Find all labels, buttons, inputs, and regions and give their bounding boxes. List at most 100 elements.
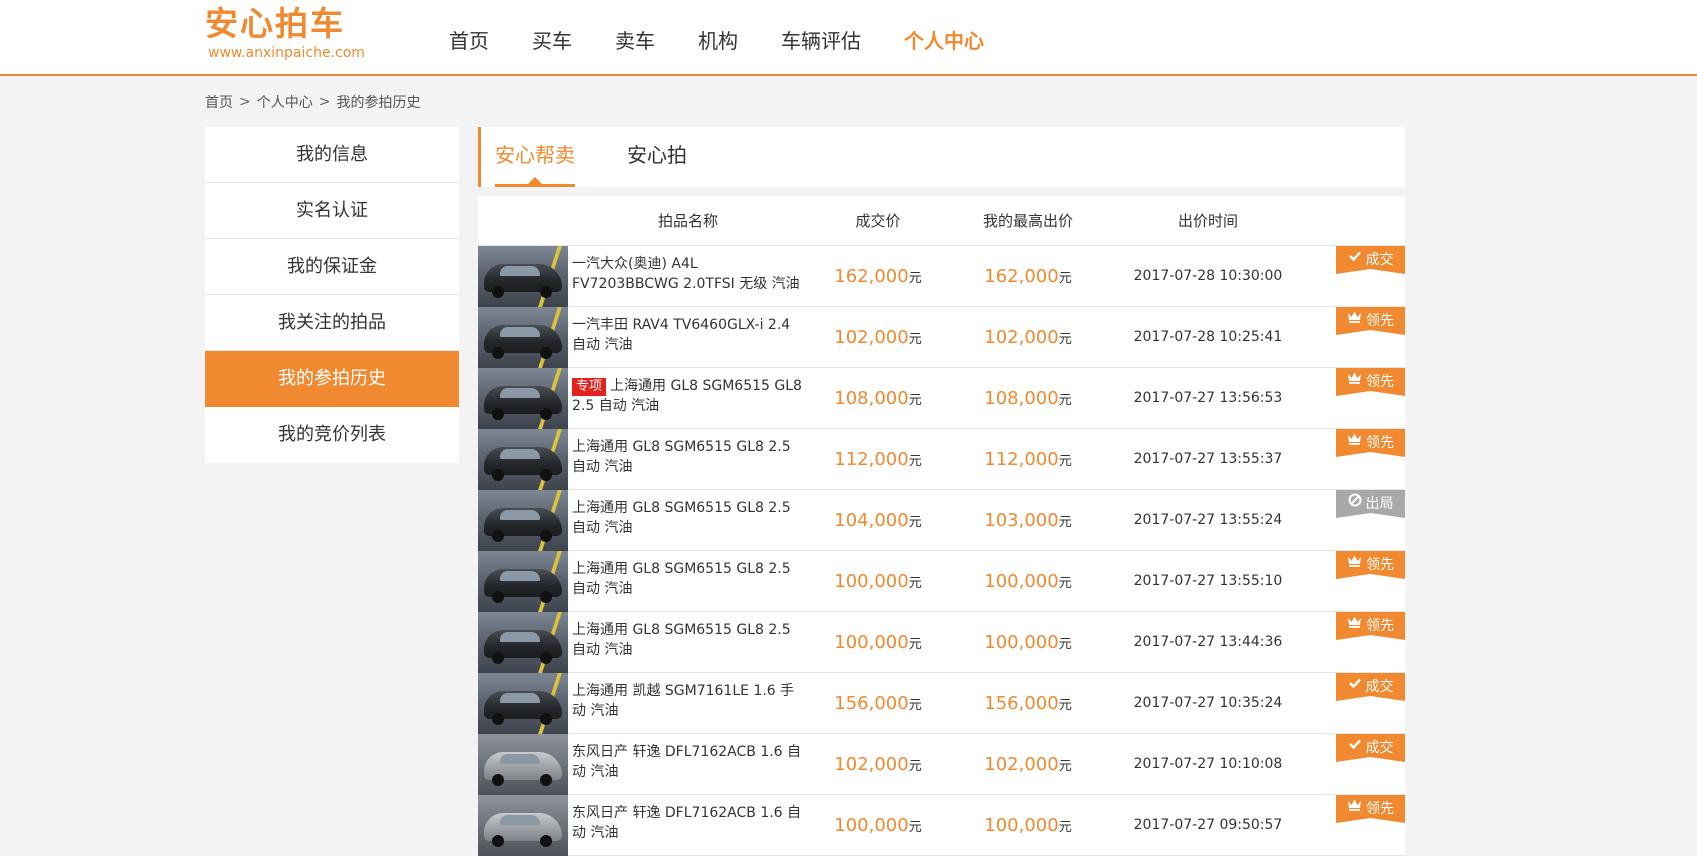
price-unit: 元 [1058, 392, 1072, 408]
table-row[interactable]: 上海通用 GL8 SGM6515 GL8 2.5 自动 汽油 104,000元 10… [478, 489, 1405, 551]
deal-price: 102,000元 [808, 754, 948, 775]
table-row[interactable]: 东风日产 轩逸 DFL7162ACB 1.6 自动 汽油 100,000元 100,… [478, 794, 1405, 856]
item-name-text: 上海通用 GL8 SGM6515 GL8 2.5 自动 汽油 [572, 622, 791, 658]
sidebar-item-3[interactable]: 我关注的拍品 [205, 295, 459, 351]
item-name-link[interactable]: 一汽丰田 RAV4 TV6460GLX-i 2.4 自动 汽油 [568, 315, 808, 359]
price-unit: 元 [1058, 636, 1072, 652]
item-name-link[interactable]: 上海通用 GL8 SGM6515 GL8 2.5 自动 汽油 [568, 559, 808, 603]
tab-1[interactable]: 安心拍 [627, 127, 687, 187]
table-row[interactable]: 上海通用 GL8 SGM6515 GL8 2.5 自动 汽油 112,000元 11… [478, 428, 1405, 490]
price-unit: 元 [1058, 270, 1072, 286]
table-row[interactable]: 上海通用 GL8 SGM6515 GL8 2.5 自动 汽油 100,000元 10… [478, 611, 1405, 673]
breadcrumb-item-1[interactable]: 个人中心 [257, 92, 313, 112]
price-unit: 元 [908, 636, 922, 652]
table-row[interactable]: 专项 上海通用 GL8 SGM6515 GL8 2.5 自动 汽油 108,000元… [478, 367, 1405, 429]
item-name-text: 上海通用 GL8 SGM6515 GL8 2.5 自动 汽油 [572, 500, 791, 536]
item-name-link[interactable]: 上海通用 GL8 SGM6515 GL8 2.5 自动 汽油 [568, 437, 808, 481]
header-my-max-bid: 我的最高出价 [982, 212, 1073, 230]
sidebar-item-1[interactable]: 实名认证 [205, 183, 459, 239]
my-max-bid-value: 156,000 [984, 692, 1059, 714]
nav-item-1[interactable]: 买车 [532, 26, 572, 56]
status-text: 成交 [1365, 740, 1394, 756]
deal-price-value: 102,000 [834, 753, 909, 775]
table-row[interactable]: 上海通用 GL8 SGM6515 GL8 2.5 自动 汽油 100,000元 10… [478, 550, 1405, 612]
bid-history-table: 拍品名称 成交价 我的最高出价 出价时间 一汽大众(奥迪) A4L FV7203… [478, 196, 1405, 856]
item-name-link[interactable]: 上海通用 GL8 SGM6515 GL8 2.5 自动 汽油 [568, 498, 808, 542]
price-unit: 元 [908, 270, 922, 286]
status-text: 领先 [1366, 557, 1394, 573]
bid-time: 2017-07-27 13:55:10 [1133, 573, 1283, 589]
item-name-text: 一汽大众(奥迪) A4L FV7203BBCWG 2.0TFSI 无级 汽油 [572, 256, 800, 292]
status-text: 成交 [1365, 252, 1394, 268]
car-thumbnail[interactable] [478, 550, 568, 612]
deal-price-value: 100,000 [834, 814, 909, 836]
my-max-bid: 103,000元 [948, 510, 1108, 531]
sidebar-item-5[interactable]: 我的竞价列表 [205, 407, 459, 463]
car-thumbnail[interactable] [478, 245, 568, 307]
car-thumbnail[interactable] [478, 489, 568, 551]
deal-price-value: 162,000 [834, 265, 909, 287]
price-unit: 元 [908, 697, 922, 713]
deal-price-value: 112,000 [834, 448, 909, 470]
crown-icon [1347, 310, 1362, 327]
status-badge: 领先 [1336, 307, 1405, 335]
car-thumbnail[interactable] [478, 306, 568, 368]
car-thumbnail[interactable] [478, 367, 568, 429]
tab-0[interactable]: 安心帮卖 [495, 127, 575, 187]
breadcrumb-separator: > [318, 94, 331, 110]
item-name-text: 上海通用 GL8 SGM6515 GL8 2.5 自动 汽油 [572, 378, 802, 414]
my-max-bid: 108,000元 [948, 388, 1108, 409]
item-name-text: 东风日产 轩逸 DFL7162ACB 1.6 自动 汽油 [572, 805, 802, 841]
deal-price-value: 100,000 [834, 570, 909, 592]
my-max-bid-value: 103,000 [984, 509, 1059, 531]
price-unit: 元 [1058, 331, 1072, 347]
item-name-link[interactable]: 专项 上海通用 GL8 SGM6515 GL8 2.5 自动 汽油 [568, 376, 808, 420]
item-name-link[interactable]: 东风日产 轩逸 DFL7162ACB 1.6 自动 汽油 [568, 803, 808, 847]
nav-item-2[interactable]: 卖车 [615, 26, 655, 56]
status-text: 领先 [1366, 435, 1394, 451]
car-thumbnail[interactable] [478, 733, 568, 795]
table-row[interactable]: 一汽大众(奥迪) A4L FV7203BBCWG 2.0TFSI 无级 汽油 16… [478, 245, 1405, 307]
sidebar-item-4[interactable]: 我的参拍历史 [205, 351, 459, 407]
sidebar-item-2[interactable]: 我的保证金 [205, 239, 459, 295]
nav-item-3[interactable]: 机构 [698, 26, 738, 56]
car-thumbnail[interactable] [478, 428, 568, 490]
item-name-link[interactable]: 上海通用 GL8 SGM6515 GL8 2.5 自动 汽油 [568, 620, 808, 664]
deal-price: 100,000元 [808, 815, 948, 836]
nav-item-5[interactable]: 个人中心 [904, 26, 984, 56]
price-unit: 元 [1058, 819, 1072, 835]
table-row[interactable]: 上海通用 凯越 SGM7161LE 1.6 手动 汽油 156,000元 156,0… [478, 672, 1405, 734]
price-unit: 元 [1058, 758, 1072, 774]
breadcrumb-item-2: 我的参拍历史 [336, 95, 421, 111]
deal-price: 104,000元 [808, 510, 948, 531]
my-max-bid: 100,000元 [948, 632, 1108, 653]
price-unit: 元 [908, 819, 922, 835]
header-deal-price: 成交价 [855, 212, 901, 230]
status-text: 出局 [1365, 496, 1394, 512]
item-name-link[interactable]: 东风日产 轩逸 DFL7162ACB 1.6 自动 汽油 [568, 742, 808, 786]
item-name-link[interactable]: 一汽大众(奥迪) A4L FV7203BBCWG 2.0TFSI 无级 汽油 [568, 254, 808, 298]
breadcrumb-item-0[interactable]: 首页 [205, 92, 233, 112]
site-header: 安心拍车 www.anxinpaiche.com 首页 买车 卖车 机构 车辆评估 个人中… [0, 0, 1697, 76]
item-name-link[interactable]: 上海通用 凯越 SGM7161LE 1.6 手动 汽油 [568, 681, 808, 725]
logo-title: 安心拍车 [205, 4, 345, 43]
deal-price: 100,000元 [808, 632, 948, 653]
nav-item-4[interactable]: 车辆评估 [781, 26, 861, 56]
car-thumbnail[interactable] [478, 672, 568, 734]
nav-item-0[interactable]: 首页 [449, 26, 489, 56]
my-max-bid: 102,000元 [948, 754, 1108, 775]
deal-price-value: 104,000 [834, 509, 909, 531]
table-header: 拍品名称 成交价 我的最高出价 出价时间 [478, 196, 1405, 246]
site-logo[interactable]: 安心拍车 www.anxinpaiche.com [205, 4, 375, 68]
sidebar-item-0[interactable]: 我的信息 [205, 127, 459, 183]
my-max-bid: 100,000元 [948, 571, 1108, 592]
car-thumbnail[interactable] [478, 794, 568, 856]
table-row[interactable]: 东风日产 轩逸 DFL7162ACB 1.6 自动 汽油 102,000元 102,… [478, 733, 1405, 795]
deal-price: 108,000元 [808, 388, 948, 409]
crown-icon [1347, 798, 1362, 815]
table-row[interactable]: 一汽丰田 RAV4 TV6460GLX-i 2.4 自动 汽油 102,000元 1… [478, 306, 1405, 368]
my-max-bid-value: 100,000 [984, 814, 1059, 836]
item-name-text: 东风日产 轩逸 DFL7162ACB 1.6 自动 汽油 [572, 744, 802, 780]
car-thumbnail[interactable] [478, 611, 568, 673]
crown-icon [1347, 432, 1362, 449]
